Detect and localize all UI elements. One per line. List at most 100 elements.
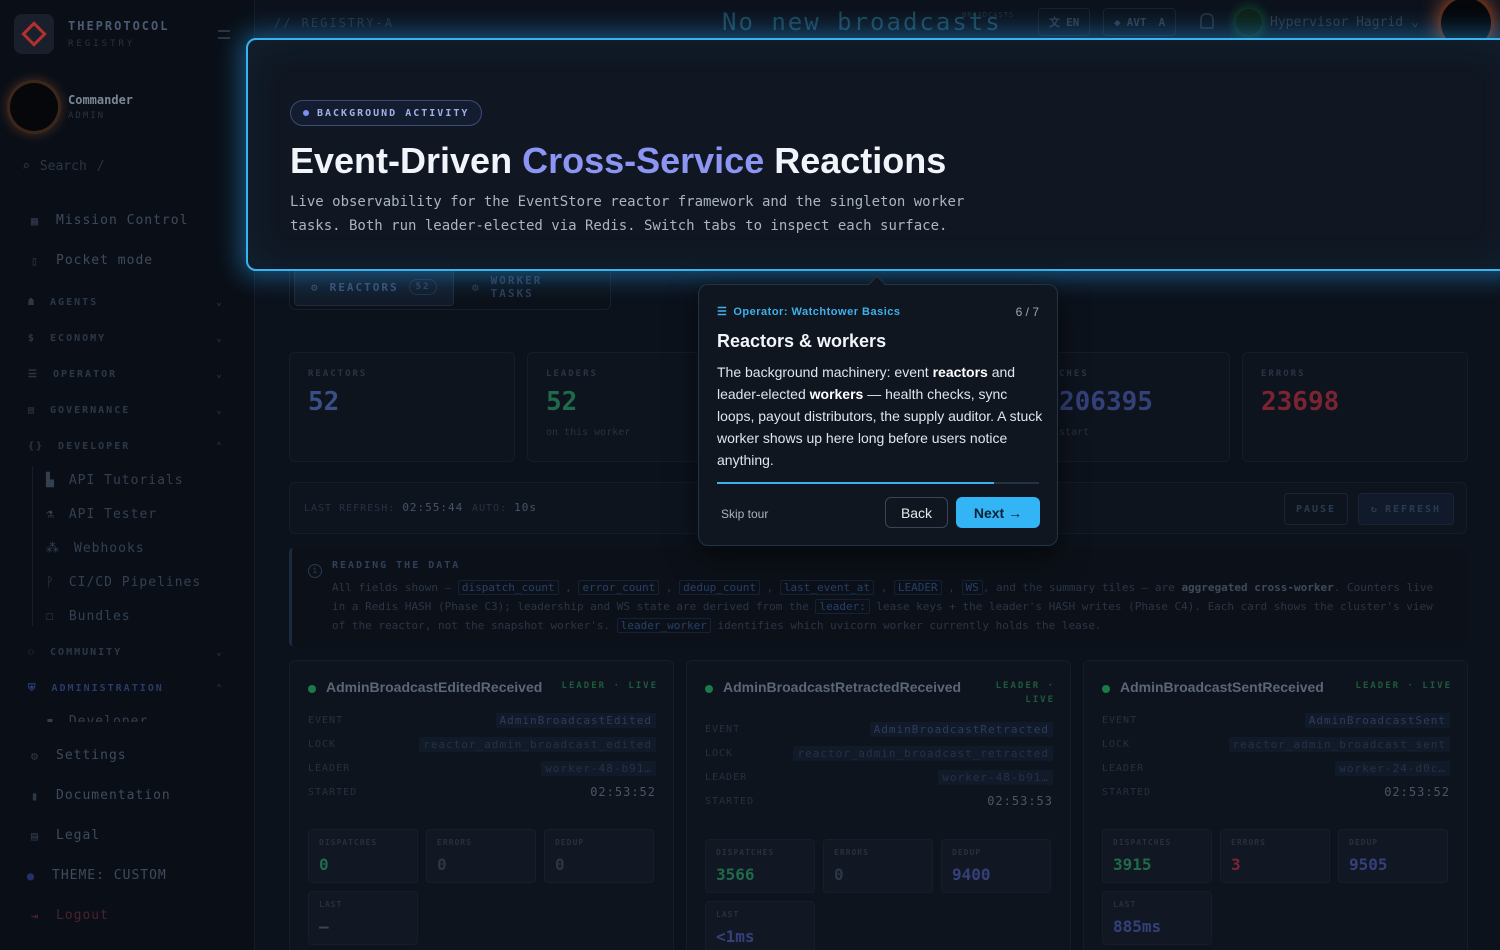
sidebar-item-label: Bundles <box>68 609 131 624</box>
sidebar-item-api-tutorials[interactable]: ▙ API Tutorials <box>46 473 184 488</box>
building-icon: ▤ <box>28 405 37 416</box>
sidebar-item-mission-control[interactable]: ▦ Mission Control <box>28 213 188 228</box>
bell-icon[interactable] <box>1200 13 1214 29</box>
tile-value: 206395 <box>1059 387 1153 417</box>
refresh-icon: ↻ <box>1370 503 1379 515</box>
note-body: All fields shown — dispatch_count , erro… <box>332 580 1434 633</box>
back-button[interactable]: Back <box>885 497 948 528</box>
pause-button[interactable]: PAUSE <box>1284 493 1348 525</box>
metric-label: LAST <box>716 910 740 919</box>
sidebar-item-developer-partial[interactable]: ▪ Developer <box>46 714 148 722</box>
status-dot <box>1102 685 1110 693</box>
lock-value: reactor_admin_broadcast_retracted <box>793 746 1053 761</box>
status-badge: LEADER · LIVE <box>561 681 658 691</box>
document-icon: ▤ <box>30 828 40 843</box>
sidebar-section-agents[interactable]: ☗ AGENTS ⌄ <box>28 297 224 308</box>
avt-label: AVT <box>1126 15 1147 29</box>
last-refresh: LAST REFRESH: 02:55:44 <box>304 501 463 514</box>
sidebar-item-pocket-mode[interactable]: ▯ Pocket mode <box>28 253 153 268</box>
sidebar-section-developer[interactable]: {} DEVELOPER ⌃ <box>28 441 224 452</box>
metric-label: DISPATCHES <box>1113 838 1172 847</box>
chevron-down-icon: ⌄ <box>215 405 224 416</box>
server-icon: ☰ <box>717 306 728 318</box>
field-label: LEADER <box>1102 763 1145 774</box>
sidebar-item-legal[interactable]: ▤ Legal <box>28 828 100 843</box>
flask-icon: ⚗ <box>46 507 55 522</box>
metric-value: 0 <box>437 855 447 874</box>
account-name: Hypervisor Hagrid <box>1270 14 1404 30</box>
tab-worker-tasks[interactable]: ⚙ WORKER TASKS <box>456 268 610 306</box>
auto-refresh: AUTO: 10s <box>472 501 537 514</box>
user-role: ADMIN <box>68 111 106 121</box>
section-label: OPERATOR <box>52 369 118 380</box>
page-description: Live observability for the EventStore re… <box>290 194 965 234</box>
sidebar-item-settings[interactable]: ⚙ Settings <box>28 748 127 763</box>
metric-value: 0 <box>834 865 844 884</box>
search-input[interactable]: ⌕ Search / <box>22 152 212 180</box>
sidebar-section-community[interactable]: ⚇ COMMUNITY ⌄ <box>28 647 224 658</box>
title-part: Reactions <box>764 140 947 181</box>
theme-toggle[interactable]: ● THEME: CUSTOM <box>24 868 167 883</box>
brand[interactable]: THEPROTOCOL REGISTRY <box>14 14 169 54</box>
metric-value: 3915 <box>1113 855 1152 874</box>
field-label: LOCK <box>705 748 734 759</box>
sidebar-item-api-tester[interactable]: ⚗ API Tester <box>46 507 157 522</box>
tab-reactors[interactable]: ⚙ REACTORS 52 <box>294 268 455 306</box>
leader-value: worker-48-b91… <box>541 761 656 776</box>
started-value: 02:53:53 <box>987 794 1053 808</box>
field-label: EVENT <box>308 715 344 726</box>
avt-balance[interactable]: ◆ AVT A <box>1103 8 1177 36</box>
box-icon: ☐ <box>46 609 55 624</box>
status-badge: LEADER · LIVE <box>995 681 1055 705</box>
user-profile[interactable]: Commander ADMIN <box>10 83 133 131</box>
sidebar-item-documentation[interactable]: ▮ Documentation <box>28 788 171 803</box>
logout-button[interactable]: ⇥ Logout <box>28 908 109 923</box>
theme-dot-icon: ● <box>26 868 36 883</box>
sidebar-section-operator[interactable]: ☰ OPERATOR ⌄ <box>28 369 224 380</box>
sidebar-item-webhooks[interactable]: ⁂ Webhooks <box>46 541 145 556</box>
next-button[interactable]: Next → <box>956 497 1040 528</box>
field-label: LOCK <box>1102 739 1131 750</box>
metric-value: 0 <box>555 855 565 874</box>
chevron-up-icon: ⌃ <box>215 441 224 452</box>
sidebar-item-label: CI/CD Pipelines <box>68 575 202 590</box>
collapse-menu-icon[interactable] <box>218 30 230 39</box>
search-label: Search <box>39 158 87 174</box>
sidebar-section-governance[interactable]: ▤ GOVERNANCE ⌄ <box>28 405 224 416</box>
account-menu[interactable]: Hypervisor Hagrid ⌄ <box>1236 8 1436 36</box>
reactor-name: AdminBroadcastSentReceived <box>1120 679 1324 695</box>
field-label: LOCK <box>308 739 337 750</box>
field-label: STARTED <box>705 795 755 807</box>
metric-value: <1ms <box>716 927 755 946</box>
sidebar-section-administration[interactable]: ⛨ ADMINISTRATION ⌃ <box>28 683 224 694</box>
reactor-card[interactable]: AdminBroadcastEditedReceived LEADER · LI… <box>289 660 674 950</box>
sidebar-item-label: Legal <box>56 828 101 843</box>
reactor-name: AdminBroadcastRetractedReceived <box>723 679 962 695</box>
metric-value: 3 <box>1231 855 1241 874</box>
reactor-card[interactable]: AdminBroadcastSentReceived LEADER · LIVE… <box>1083 660 1468 950</box>
dollar-icon: $ <box>28 333 37 344</box>
broadcast-ticker[interactable]: No new broadcasts <box>722 8 1002 36</box>
tile-label: ERRORS <box>1261 369 1306 379</box>
page-title: Event-Driven Cross-Service Reactions <box>290 140 946 182</box>
refresh-button[interactable]: ↻ REFRESH <box>1358 493 1454 525</box>
reactor-card[interactable]: AdminBroadcastRetractedReceived LEADER ·… <box>686 660 1071 950</box>
metric-value: 9505 <box>1349 855 1388 874</box>
skip-tour-button[interactable]: Skip tour <box>721 507 768 521</box>
sidebar-item-cicd[interactable]: ᚹ CI/CD Pipelines <box>46 575 201 590</box>
sidebar-item-bundles[interactable]: ☐ Bundles <box>46 609 131 624</box>
gear-icon: ⚙ <box>311 280 320 294</box>
server-icon: ☰ <box>28 369 39 380</box>
field-label: STARTED <box>308 786 358 798</box>
stat-tile-errors: ERRORS 23698 <box>1242 352 1468 462</box>
robot-icon: ☗ <box>28 297 37 308</box>
sidebar-section-economy[interactable]: $ ECONOMY ⌄ <box>28 333 224 344</box>
started-value: 02:53:52 <box>590 785 656 799</box>
leader-value: worker-48-b91… <box>938 770 1053 785</box>
tour-title: Reactors & workers <box>717 331 887 351</box>
theme-label: THEME: CUSTOM <box>52 868 167 883</box>
language-button[interactable]: 文 EN <box>1038 8 1091 36</box>
search-shortcut: / <box>96 158 105 174</box>
breadcrumb: // REGISTRY-A <box>274 16 394 30</box>
section-label: AGENTS <box>50 297 99 308</box>
